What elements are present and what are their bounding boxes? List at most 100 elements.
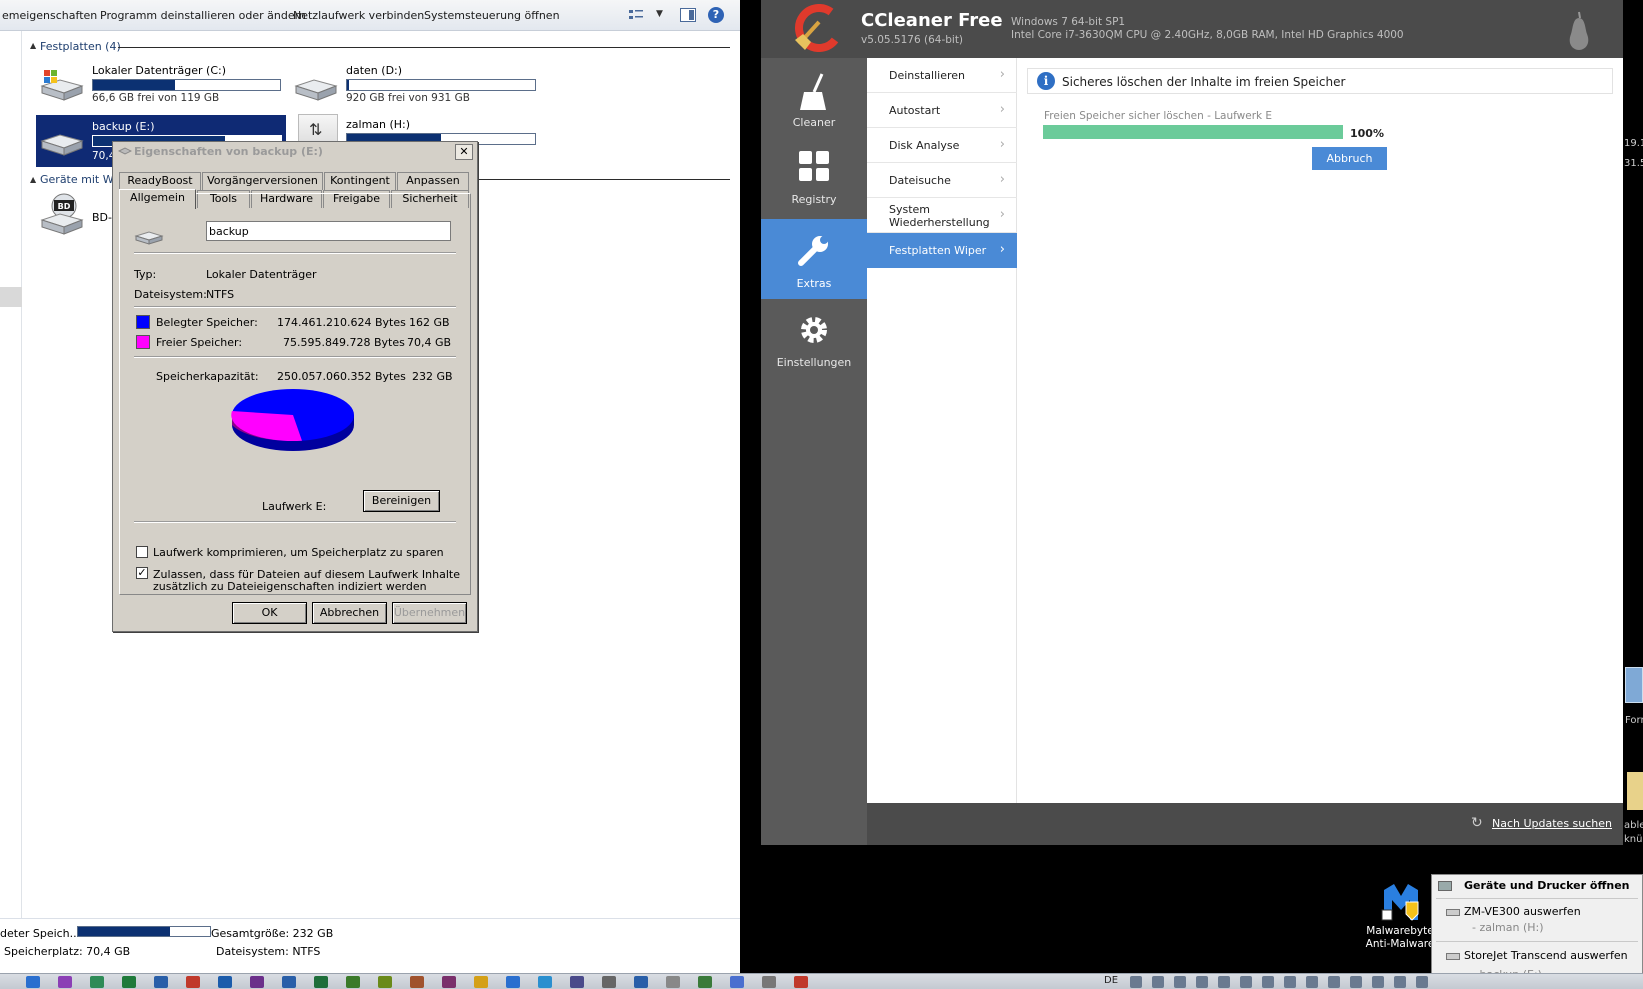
drive-label-input[interactable] [206,221,451,241]
group-collapse-icon[interactable]: ▲ [30,175,36,184]
tray-icon[interactable] [1350,976,1362,988]
malwarebytes-label[interactable]: Malwarebyte Anti-Malware [1360,925,1440,951]
tray-icon[interactable] [1262,976,1274,988]
close-button[interactable]: ✕ [455,144,473,160]
desktop-shortcut-icon[interactable] [1625,667,1643,703]
sub-system-restore[interactable]: System Wiederherstellung › [867,198,1017,233]
edge-text: able [1624,820,1643,831]
drive-d-name[interactable]: daten (D:) [346,64,402,77]
taskbar-app-icon[interactable] [26,976,40,988]
group-collapse-icon[interactable]: ▲ [30,41,36,50]
toolbar-map-drive-button[interactable]: Netzlaufwerk verbinden [293,9,424,22]
taskbar-app-icon[interactable] [378,976,392,988]
tab-general[interactable]: Allgemein [119,189,196,209]
help-icon[interactable]: ? [708,7,724,23]
tray-icon[interactable] [1394,976,1406,988]
drive-c-name[interactable]: Lokaler Datenträger (C:) [92,64,226,77]
tray-icon[interactable] [1328,976,1340,988]
compress-label[interactable]: Laufwerk komprimieren, um Speicherplatz … [153,546,444,559]
taskbar-app-icon[interactable] [666,976,680,988]
tray-icon[interactable] [1196,976,1208,988]
sub-uninstall[interactable]: Deinstallieren › [867,58,1017,93]
sub-drive-wiper[interactable]: Festplatten Wiper › [867,233,1017,268]
tray-icon[interactable] [1416,976,1428,988]
taskbar-app-icon[interactable] [762,976,776,988]
taskbar-app-icon[interactable] [122,976,136,988]
tray-icon[interactable] [1372,976,1384,988]
check-updates-link[interactable]: Nach Updates suchen [1492,817,1612,830]
view-dropdown-icon[interactable]: ▼ [656,9,663,19]
sub-disk-analysis[interactable]: Disk Analyse › [867,128,1017,163]
taskbar-app-icon[interactable] [730,976,744,988]
taskbar-app-icon[interactable] [506,976,520,988]
index-checkbox[interactable]: ✓ [136,567,148,579]
navigation-pane[interactable] [0,31,22,918]
taskbar-app-icon[interactable] [698,976,712,988]
eject-storejet-item[interactable]: StoreJet Transcend auswerfen [1464,949,1628,962]
tray-icon[interactable] [1306,976,1318,988]
taskbar-app-icon[interactable] [346,976,360,988]
dialog-title: Eigenschaften von backup (E:) [134,145,323,158]
taskbar-app-icon[interactable] [538,976,552,988]
nav-cleaner[interactable]: Cleaner [761,58,867,138]
taskbar-app-icon[interactable] [58,976,72,988]
taskbar-app-icon[interactable] [250,976,264,988]
drive-d[interactable] [292,70,338,109]
tray-icon[interactable] [1218,976,1230,988]
compress-checkbox[interactable] [136,546,148,558]
open-devices-item[interactable]: Geräte und Drucker öffnen [1464,879,1629,892]
taskbar-app-icon[interactable] [474,976,488,988]
desktop-folder-icon[interactable] [1627,772,1643,810]
tab-previous-versions[interactable]: Vorgängerversionen [202,172,323,190]
taskbar-app-icon[interactable] [602,976,616,988]
tab-customize[interactable]: Anpassen [397,172,469,190]
drive-h-name[interactable]: zalman (H:) [346,118,410,131]
sub-startup[interactable]: Autostart › [867,93,1017,128]
nav-settings[interactable]: Einstellungen [761,298,867,378]
taskbar-app-icon[interactable] [154,976,168,988]
preview-pane-icon[interactable] [680,8,696,22]
separator [134,306,456,308]
nav-registry[interactable]: Registry [761,135,867,215]
hard-drives-header[interactable]: Festplatten (4) [40,40,121,53]
apply-button[interactable]: Übernehmen [392,602,467,624]
dialog-titlebar[interactable]: Eigenschaften von backup (E:) ✕ [113,142,477,162]
cleanup-button[interactable]: Bereinigen [363,490,440,512]
taskbar-app-icon[interactable] [442,976,456,988]
nav-extras[interactable]: Extras [761,219,867,299]
taskbar-app-icon[interactable] [186,976,200,988]
malwarebytes-icon[interactable] [1380,880,1422,922]
drive-e-name[interactable]: backup (E:) [92,120,155,133]
tab-readyboost[interactable]: ReadyBoost [119,172,201,190]
sub-file-finder[interactable]: Dateisuche › [867,163,1017,198]
view-options-icon[interactable] [628,8,644,22]
tray-icon[interactable] [1284,976,1296,988]
taskbar-app-icon[interactable] [282,976,296,988]
taskbar-app-icon[interactable] [218,976,232,988]
taskbar-app-icon[interactable] [90,976,104,988]
cancel-button[interactable]: Abbrechen [312,602,387,624]
language-indicator[interactable]: DE [1104,975,1118,986]
toolbar-properties-button[interactable]: emeigenschaften [2,9,97,22]
taskbar-app-icon[interactable] [314,976,328,988]
tray-icon[interactable] [1240,976,1252,988]
tray-icon[interactable] [1174,976,1186,988]
bd-drive[interactable]: BD [38,192,84,239]
tab-quota[interactable]: Kontingent [324,172,396,190]
drive-c[interactable] [38,66,84,105]
abort-button[interactable]: Abbruch [1312,147,1387,170]
eject-zm-item[interactable]: ZM-VE300 auswerfen [1464,905,1581,918]
taskbar-app-icon[interactable] [410,976,424,988]
toolbar-control-panel-button[interactable]: Systemsteuerung öffnen [424,9,560,22]
toolbar-uninstall-button[interactable]: Programm deinstallieren oder ändern [100,9,306,22]
free-color-swatch [136,335,150,349]
index-label-line2[interactable]: zusätzlich zu Dateieigenschaften indizie… [153,580,427,593]
tray-icon[interactable] [1152,976,1164,988]
taskbar-app-icon[interactable] [570,976,584,988]
taskbar-app-icon[interactable] [794,976,808,988]
desktop-edge: 19.1 31.5 Forr able knü [1623,0,1643,973]
taskbar-app-icon[interactable] [634,976,648,988]
usb-drive-icon [1446,909,1460,916]
tray-icon[interactable] [1130,976,1142,988]
ok-button[interactable]: OK [232,602,307,624]
